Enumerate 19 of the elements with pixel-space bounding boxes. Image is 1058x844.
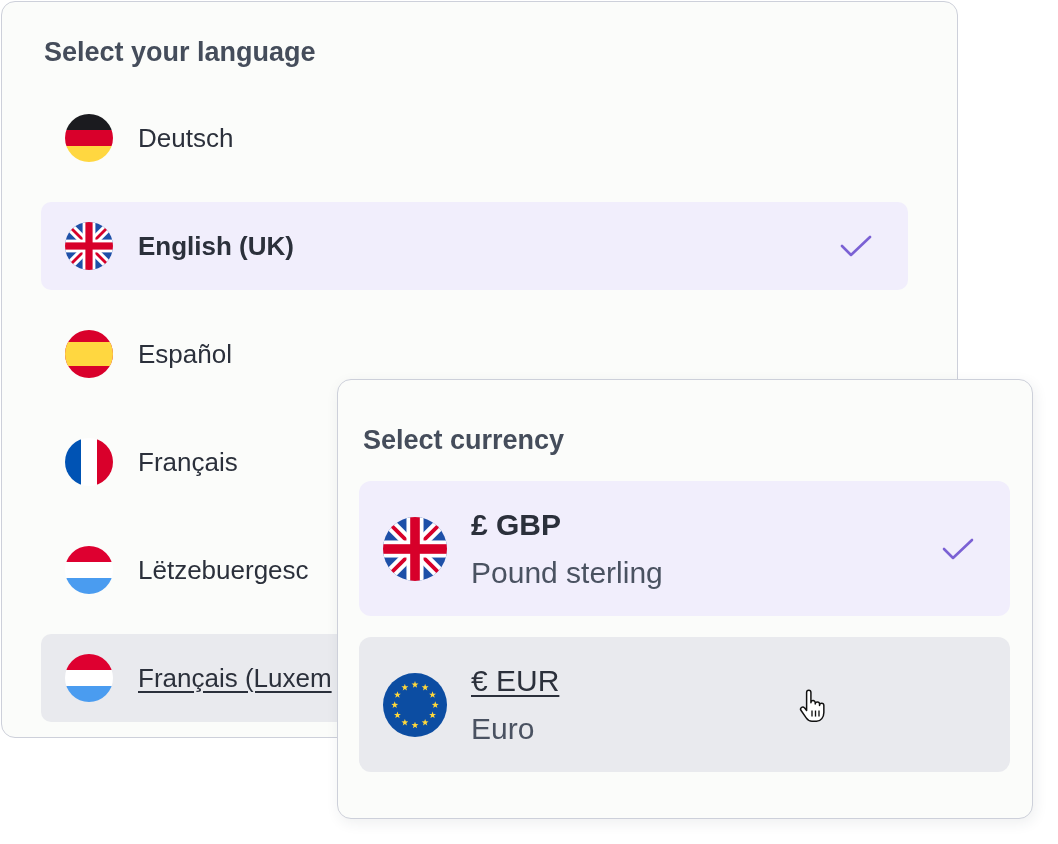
currency-option[interactable]: € EUR Euro: [359, 637, 1010, 772]
currency-menu-title: Select currency: [363, 424, 565, 456]
luxembourg-flag-icon: [65, 654, 113, 702]
british-flag-icon: [65, 222, 113, 270]
currency-option[interactable]: £ GBP Pound sterling: [359, 481, 1010, 616]
language-panel-title: Select your language: [44, 36, 316, 68]
language-option[interactable]: English (UK): [41, 202, 908, 290]
checkmark-icon: [840, 235, 872, 257]
language-option[interactable]: Français (Luxem: [41, 634, 338, 722]
language-option[interactable]: Français: [41, 418, 338, 506]
language-option[interactable]: Deutsch: [41, 94, 908, 182]
german-flag-icon: [65, 114, 113, 162]
language-option[interactable]: Lëtzebuergesc: [41, 526, 338, 614]
luxembourg-flag-icon: [65, 546, 113, 594]
french-flag-icon: [65, 438, 113, 486]
hand-pointer-cursor-icon: [797, 689, 827, 724]
spanish-flag-icon: [65, 330, 113, 378]
language-option[interactable]: Español: [41, 310, 908, 398]
checkmark-icon: [942, 537, 974, 560]
